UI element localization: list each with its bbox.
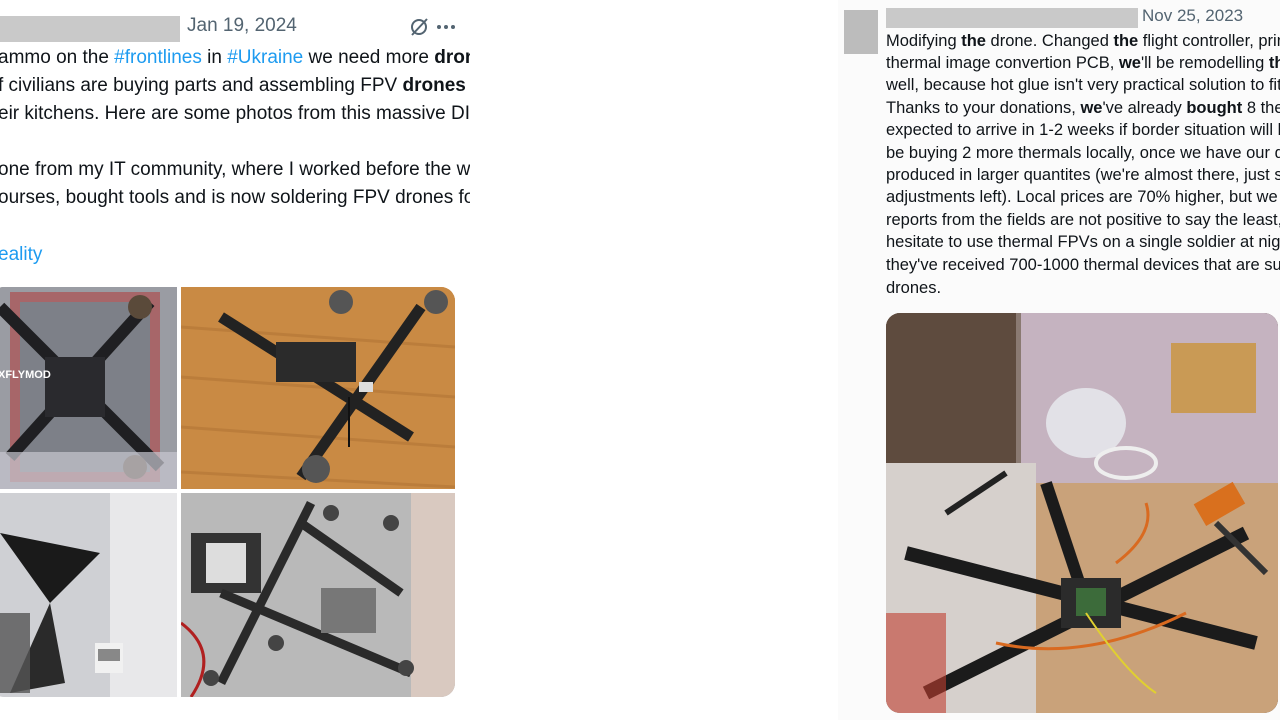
- tweet-line: produced in larger quantites (we're almo…: [886, 164, 1280, 186]
- text-span: produced in larger quantites (we're almo…: [886, 166, 1280, 184]
- text-span: drone. Changed: [985, 32, 1114, 50]
- tweet-line: f civilians are buying parts and assembl…: [0, 72, 470, 100]
- highlighted-word: drones: [402, 75, 466, 96]
- text-span: 'll be remodelling: [1140, 54, 1269, 72]
- redacted-author: [886, 8, 1138, 28]
- text-span: hesitate to use thermal FPVs on a single…: [886, 233, 1280, 251]
- highlighted-word: the: [1268, 54, 1280, 72]
- tweet-line: one from my IT community, where I worked…: [0, 156, 470, 184]
- tweet-line: Modifying the drone. Changed the flight …: [886, 30, 1280, 52]
- tweet-line: drones.: [886, 277, 941, 299]
- highlighted-word: the: [1113, 32, 1139, 50]
- text-span: Modifying: [886, 32, 962, 50]
- text-span: 've already: [1102, 99, 1187, 117]
- hashtag-link[interactable]: eality: [0, 244, 42, 265]
- text-span: adjustments left). Local prices are 70% …: [886, 188, 1280, 206]
- photo-thermal-drone[interactable]: [886, 313, 1278, 713]
- grok-icon[interactable]: [408, 16, 430, 38]
- text-span: ammo on the: [0, 47, 115, 68]
- tweet-line: hesitate to use thermal FPVs on a single…: [886, 231, 1280, 253]
- photo-propeller[interactable]: [0, 493, 177, 697]
- text-span: they've received 700-1000 thermal device…: [886, 256, 1280, 274]
- redacted-author: [0, 16, 180, 42]
- text-span: ourses, bought tools and is now solderin…: [0, 187, 470, 208]
- text-span: 8 therm: [1246, 99, 1280, 117]
- tweet-line: Thanks to your donations, we've already …: [886, 97, 1280, 119]
- text-span: flight controller, printe: [1142, 32, 1280, 50]
- tweet-date[interactable]: Jan 19, 2024: [187, 15, 297, 37]
- tweet-line: expected to arrive in 1-2 weeks if borde…: [886, 119, 1280, 141]
- tweet-line: eality: [0, 241, 42, 269]
- more-icon[interactable]: [436, 24, 456, 30]
- tweet-line: ourses, bought tools and is now solderin…: [0, 184, 470, 212]
- text-span: Thanks to your donations,: [886, 99, 1081, 117]
- redacted-avatar: [844, 10, 878, 54]
- hashtag-link[interactable]: #frontlines: [114, 47, 202, 68]
- text-span: f civilians are buying parts and assembl…: [0, 75, 403, 96]
- tweet-line: well, because hot glue isn't very practi…: [886, 74, 1280, 96]
- highlighted-word: the: [961, 32, 986, 50]
- highlighted-word: we: [1118, 54, 1141, 72]
- tweet-line: eir kitchens. Here are some photos from …: [0, 100, 470, 128]
- text-span: eir kitchens. Here are some photos from …: [0, 103, 470, 124]
- text-span: in: [201, 47, 228, 68]
- frame-brand-label: XFLYMOD: [0, 369, 51, 381]
- text-span: thermal image convertion PCB,: [886, 54, 1119, 72]
- text-span: we need more: [303, 47, 435, 68]
- highlighted-word: we: [1080, 99, 1103, 117]
- photo-drone-frame[interactable]: XFLYMOD: [0, 287, 177, 489]
- highlighted-word: drones: [434, 47, 470, 68]
- text-span: drones.: [886, 279, 942, 297]
- text-span: reports from the fields are not positive…: [886, 211, 1280, 229]
- tweet-line: reports from the fields are not positive…: [886, 209, 1280, 231]
- text-span: well, because hot glue isn't very practi…: [886, 76, 1280, 94]
- photo-grid[interactable]: XFLYMOD: [0, 287, 455, 697]
- photo-drone-frames[interactable]: [181, 493, 455, 697]
- text-span: one from my IT community, where I worked…: [0, 159, 470, 180]
- text-span: at their: [466, 75, 470, 96]
- tweet-line: adjustments left). Local prices are 70% …: [886, 186, 1280, 208]
- tweet-line: they've received 700-1000 thermal device…: [886, 254, 1280, 276]
- text-span: expected to arrive in 1-2 weeks if borde…: [886, 121, 1280, 139]
- highlighted-word: bought: [1186, 99, 1243, 117]
- tweet-date[interactable]: Nov 25, 2023: [1142, 6, 1243, 26]
- tweet-line: ammo on the #frontlines in #Ukraine we n…: [0, 44, 470, 72]
- left-tweet: Jan 19, 2024 ammo on the #frontlines in …: [0, 0, 470, 720]
- tweet-line: be buying 2 more thermals locally, once …: [886, 142, 1280, 164]
- photo-drone-on-table[interactable]: [181, 287, 455, 489]
- tweet-line: thermal image convertion PCB, we'll be r…: [886, 52, 1280, 74]
- hashtag-link[interactable]: #Ukraine: [227, 47, 303, 68]
- text-span: be buying 2 more thermals locally, once …: [886, 144, 1280, 162]
